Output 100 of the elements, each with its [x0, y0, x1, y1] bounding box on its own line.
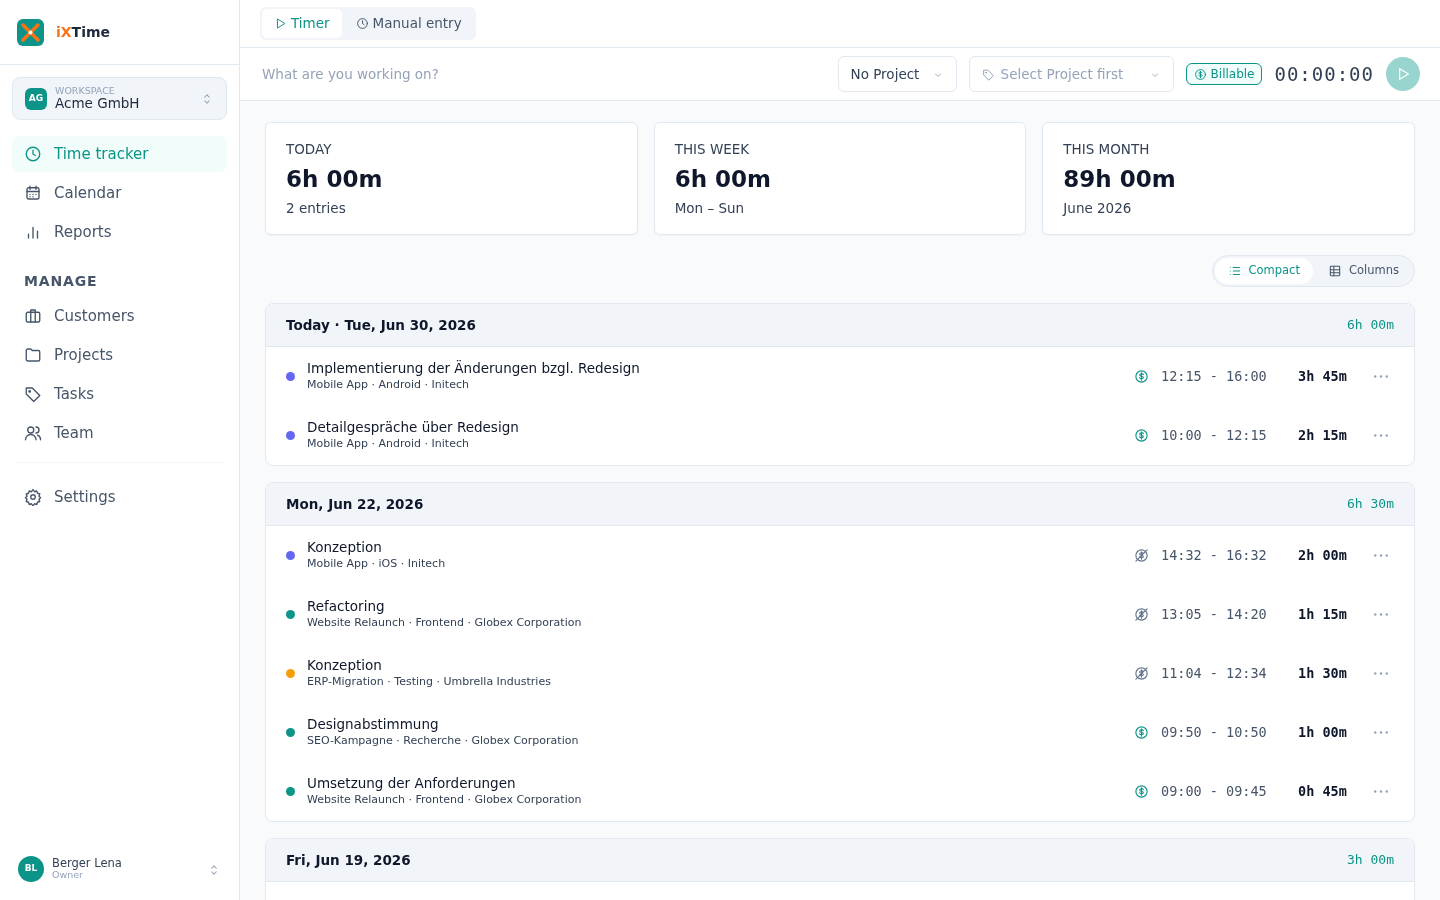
day-total: 6h 00m — [1347, 315, 1394, 334]
stat-value: 89h 00m — [1063, 164, 1177, 194]
play-icon — [274, 16, 287, 30]
day-total: 6h 30m — [1347, 494, 1394, 513]
entry-title: Designabstimmung — [307, 716, 440, 734]
nav-item[interactable]: Reports — [12, 214, 227, 251]
dollar-icon — [1193, 67, 1207, 81]
tag-icon — [24, 385, 42, 404]
tag-icon — [981, 67, 995, 81]
entry-title: Refactoring — [307, 598, 386, 616]
entry-duration: 1h 30m — [1298, 664, 1348, 684]
view-toggle-button[interactable]: Columns — [1314, 258, 1412, 284]
time-entry[interactable]: Refactoring Website Relaunch · Frontend · Globex Corporation 13:05 - 14:20 1h 15m — [266, 584, 1414, 644]
stat-label: THIS MONTH — [1063, 140, 1151, 160]
timer-display: 00:00:00 — [1274, 61, 1374, 87]
workspace-label: WORKSPACE — [55, 86, 116, 97]
billable-toggle[interactable]: Billable — [1185, 63, 1263, 86]
nav-item[interactable]: Projects — [12, 337, 227, 374]
entry-duration: 2h 00m — [1298, 546, 1348, 566]
nav-item[interactable]: Customers — [12, 298, 227, 335]
time-entry[interactable]: Umsetzung der Anforderungen Website Relaunch · Frontend · Globex Corporation 09:00 - 09:45 0h 45m — [266, 761, 1414, 821]
project-dropdown[interactable]: No Project — [837, 56, 957, 93]
nav-item[interactable]: Settings — [12, 479, 227, 516]
nav-item[interactable]: Calendar — [12, 175, 227, 212]
mode-tab[interactable]: Manual entry — [343, 9, 474, 38]
start-button[interactable] — [1386, 57, 1420, 92]
nav-item[interactable]: Time tracker — [12, 136, 227, 173]
user-role: Owner — [52, 870, 84, 882]
stat-label: THIS WEEK — [674, 140, 751, 160]
time-entry[interactable]: Implementierung der Änderungen bzgl. Redesign Mobile App · Android · Initech 12:15 - 16:00 3h 45m — [266, 346, 1414, 406]
entry-duration: 1h 15m — [1298, 605, 1348, 625]
entry-meta: Website Relaunch · Frontend · Globex Corporation — [307, 615, 583, 631]
crossed-dollar-icon — [1134, 665, 1149, 681]
entry-title: Umsetzung der Anforderungen — [307, 775, 517, 793]
more-icon — [1374, 731, 1388, 735]
entry-title: Implementierung der Änderungen bzgl. Redesign — [307, 360, 641, 378]
calendar-icon — [24, 184, 42, 203]
clock-icon — [24, 145, 42, 164]
time-entry[interactable]: Designabstimmung SEO-Kampagne · Recherche · Globex Corporation 09:50 - 10:50 1h 00m — [266, 702, 1414, 762]
mode-tab[interactable]: Timer — [262, 9, 342, 38]
stat-value: 6h 00m — [674, 164, 773, 194]
entry-time-range: 11:04 - 12:34 — [1161, 664, 1268, 684]
entry-meta: SEO-Kampagne · Recherche · Globex Corporation — [307, 733, 580, 749]
time-entry[interactable]: Detailgespräche über Redesign Mobile App · Android · Initech 10:00 - 12:15 2h 15m — [266, 405, 1414, 465]
more-icon — [1374, 434, 1388, 438]
dollar-icon — [1134, 368, 1149, 384]
entry-meta: Mobile App · Android · Initech — [307, 377, 470, 393]
stat-subtitle: Mon – Sun — [674, 199, 746, 219]
workspace-switcher[interactable]: AG WORKSPACE Acme GmbH — [12, 77, 227, 121]
entry-meta: ERP-Migration · Testing · Umbrella Industries — [307, 674, 552, 690]
user-avatar: BL — [18, 856, 44, 882]
workspace-avatar: AG — [25, 87, 47, 110]
more-icon — [1374, 375, 1388, 379]
dollar-icon — [1134, 427, 1149, 443]
entry-title: Detailgespräche über Redesign — [307, 419, 520, 437]
day-heading: Mon, Jun 22, 2026 — [286, 494, 424, 514]
more-icon — [1374, 790, 1388, 794]
stat-label: TODAY — [286, 140, 333, 160]
entry-time-range: 12:15 - 16:00 — [1161, 367, 1268, 387]
entry-time-range: 10:00 - 12:15 — [1161, 426, 1268, 446]
app-name: iXTime — [56, 22, 111, 42]
more-icon — [1374, 613, 1388, 617]
workspace-name: Acme GmbH — [55, 96, 141, 112]
time-entry[interactable]: Konzeption ERP-Migration · Testing · Umbrella Industries 11:04 - 12:34 1h 30m — [266, 643, 1414, 703]
entry-time-range: 13:05 - 14:20 — [1161, 605, 1268, 625]
stat-value: 6h 00m — [286, 164, 384, 194]
clock-icon — [355, 16, 369, 30]
day-total: 3h 00m — [1347, 850, 1394, 869]
entry-time-range: 09:50 - 10:50 — [1161, 723, 1268, 743]
nav-item[interactable]: Tasks — [12, 376, 227, 413]
day-heading: Today · Tue, Jun 30, 2026 — [286, 315, 476, 335]
day-heading: Fri, Jun 19, 2026 — [286, 850, 411, 870]
briefcase-icon — [24, 307, 42, 326]
dollar-icon — [1134, 783, 1149, 799]
settings-icon — [24, 488, 42, 507]
logo-icon — [17, 18, 44, 46]
entry-duration: 1h 00m — [1298, 723, 1348, 743]
entry-time-range: 14:32 - 16:32 — [1161, 546, 1268, 566]
stat-subtitle: June 2026 — [1063, 199, 1133, 219]
section-heading: MANAGE — [23, 272, 99, 292]
more-icon — [1374, 554, 1388, 558]
entry-meta: Mobile App · Android · Initech — [307, 436, 470, 452]
user-name: Berger Lena — [52, 856, 123, 870]
stat-subtitle: 2 entries — [286, 199, 347, 219]
dollar-icon — [1134, 724, 1149, 740]
entry-time-range: 09:00 - 09:45 — [1161, 782, 1268, 802]
entry-meta: Mobile App · iOS · Initech — [307, 556, 447, 572]
nav-item[interactable]: Team — [12, 415, 227, 452]
more-icon — [1374, 672, 1388, 676]
entry-duration: 2h 15m — [1298, 426, 1348, 446]
table-icon — [1327, 264, 1342, 279]
folder-icon — [24, 346, 42, 365]
crossed-dollar-icon — [1134, 606, 1149, 622]
entry-meta: Website Relaunch · Frontend · Globex Corporation — [307, 792, 583, 808]
view-toggle-button[interactable]: Compact — [1214, 258, 1313, 284]
entry-duration: 0h 45m — [1298, 782, 1348, 802]
time-entry[interactable]: Konzeption Mobile App · iOS · Initech 14:32 - 16:32 2h 00m — [266, 525, 1414, 585]
entry-duration: 3h 45m — [1298, 367, 1348, 387]
people-icon — [24, 424, 42, 443]
entry-title: Konzeption — [307, 539, 383, 557]
